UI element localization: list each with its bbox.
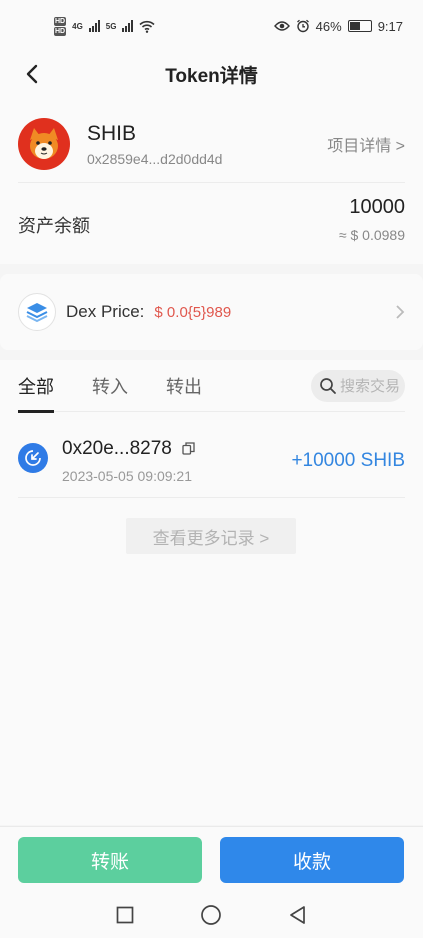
token-card: SHIB 0x2859e4...d2d0dd4d 项目详情 > 资产余额 100…	[0, 96, 423, 264]
balance-values: 10000 ≈ $ 0.0989	[339, 196, 405, 243]
transactions-panel: 全部 转入 转出 搜索交易 0x20e...8278 2023-05-05 09…	[0, 360, 423, 825]
receive-button[interactable]: 收款	[220, 837, 404, 883]
shib-logo	[18, 118, 70, 170]
layers-icon	[18, 293, 56, 331]
tx-hash: 0x20e...8278	[62, 437, 172, 459]
tx-tabs: 全部 转入 转出 搜索交易	[18, 360, 405, 413]
signal-icon	[88, 20, 100, 32]
bottom-action-bar: 转账 收款	[0, 826, 423, 892]
battery-icon	[347, 20, 372, 32]
token-symbol: SHIB	[87, 121, 137, 145]
shiba-dog-icon	[30, 128, 58, 159]
alarm-icon	[296, 19, 309, 33]
network-4g-label: 4G	[72, 21, 83, 31]
tx-time: 2023-05-05 09:09:21	[62, 467, 192, 484]
status-bar: HD HD 4G 5G 46% 9:17	[0, 0, 423, 52]
search-placeholder: 搜索交易	[340, 378, 401, 395]
battery-percent: 46%	[315, 18, 342, 34]
hd-badge-2: HD	[54, 26, 67, 36]
eye-icon	[273, 21, 290, 31]
dex-price-card[interactable]: Dex Price: $ 0.0{5}989	[0, 274, 423, 350]
back-button[interactable]	[16, 58, 48, 90]
incoming-tx-icon	[18, 442, 48, 473]
tab-all[interactable]: 全部	[18, 360, 54, 413]
project-details-link[interactable]: 项目详情 >	[327, 132, 405, 156]
signal-icon-2	[122, 20, 134, 32]
page-title: Token详情	[165, 65, 258, 87]
copy-icon[interactable]	[182, 442, 195, 455]
tx-amount: +10000 SHIB	[291, 449, 405, 471]
tx-hash-row: 0x20e...8278	[62, 438, 291, 460]
tab-outgoing[interactable]: 转出	[166, 360, 202, 412]
balance-fiat-value: ≈ $ 0.0989	[338, 227, 405, 243]
token-address: 0x2859e4...d2d0dd4d	[87, 150, 223, 167]
dex-price-label: Dex Price:	[66, 302, 145, 321]
divider	[18, 182, 405, 183]
home-circle-icon[interactable]	[200, 904, 222, 926]
network-indicators: HD HD 4G 5G	[54, 16, 156, 36]
system-nav-bar	[0, 892, 423, 938]
network-5g-label: 5G	[105, 21, 117, 31]
view-more-records-button[interactable]: 查看更多记录 >	[126, 518, 296, 554]
chevron-left-icon	[26, 64, 38, 84]
search-icon	[320, 377, 336, 394]
hd-badges: HD HD	[54, 16, 67, 36]
balance-label: 资产余额	[18, 216, 90, 236]
hd-badge-1: HD	[54, 16, 67, 26]
search-input[interactable]: 搜索交易	[311, 369, 405, 402]
transfer-button[interactable]: 转账	[18, 837, 202, 883]
list-item[interactable]: 0x20e...8278 2023-05-05 09:09:21 +10000 …	[18, 424, 405, 498]
tx-main: 0x20e...8278 2023-05-05 09:09:21	[62, 438, 291, 484]
nav-bar: Token详情	[0, 52, 423, 96]
balance-row: 资产余额 10000 ≈ $ 0.0989	[18, 196, 405, 243]
balance-amount: 10000	[349, 196, 405, 218]
clock: 9:17	[377, 18, 403, 34]
status-right: 46% 9:17	[273, 18, 403, 34]
dex-price-value: $ 0.0{5}989	[154, 303, 232, 321]
recents-square-icon[interactable]	[116, 906, 134, 924]
tab-incoming[interactable]: 转入	[92, 360, 128, 412]
back-triangle-icon[interactable]	[288, 905, 308, 925]
token-info: SHIB 0x2859e4...d2d0dd4d	[87, 122, 327, 167]
chevron-right-icon	[396, 305, 405, 319]
wifi-icon	[139, 20, 156, 33]
token-header: SHIB 0x2859e4...d2d0dd4d 项目详情 >	[18, 114, 405, 174]
